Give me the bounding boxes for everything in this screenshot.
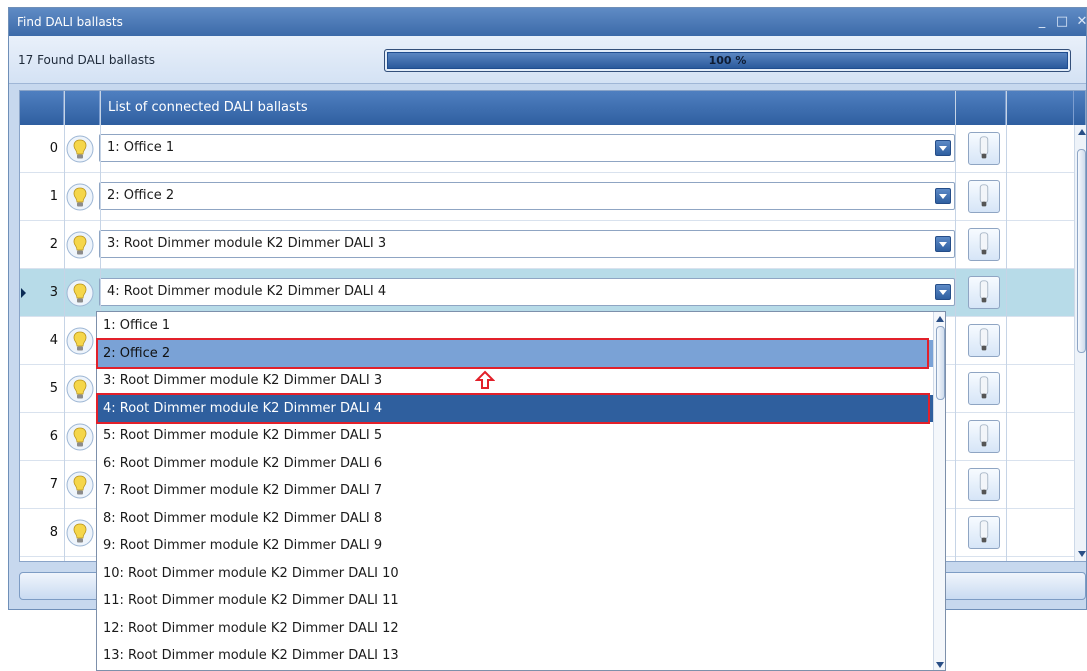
dropdown-scroll-down-icon[interactable] xyxy=(936,662,944,668)
ballast-combo-value: 4: Root Dimmer module K2 Dimmer DALI 4 xyxy=(107,284,387,299)
ballast-combo-value: 1: Office 1 xyxy=(107,140,175,155)
table-row[interactable]: 1 2: Office 2 xyxy=(20,173,1074,221)
lamp-icon[interactable] xyxy=(968,228,1000,261)
header-index-cell xyxy=(20,91,64,125)
found-count-label: 17 Found DALI ballasts xyxy=(18,53,156,67)
light-bulb-icon xyxy=(66,279,94,307)
lamp-icon[interactable] xyxy=(968,324,1000,357)
dropdown-option[interactable]: 7: Root Dimmer module K2 Dimmer DALI 7 xyxy=(97,477,934,504)
header-icon-cell xyxy=(64,91,100,125)
dropdown-option[interactable]: 8: Root Dimmer module K2 Dimmer DALI 8 xyxy=(97,505,934,532)
table-row[interactable]: 0 1: Office 1 xyxy=(20,125,1074,173)
row-index: 2 xyxy=(49,237,58,252)
dropdown-option[interactable]: 3: Root Dimmer module K2 Dimmer DALI 3 xyxy=(97,367,934,394)
header-extra-cell xyxy=(1006,91,1074,125)
dropdown-option[interactable]: 9: Root Dimmer module K2 Dimmer DALI 9 xyxy=(97,532,934,559)
red-up-arrow-icon xyxy=(475,370,495,389)
light-bulb-icon xyxy=(66,183,94,211)
lamp-icon[interactable] xyxy=(968,132,1000,165)
row-index: 0 xyxy=(49,141,58,156)
col-divider xyxy=(1006,91,1007,561)
table-row[interactable]: 3 4: Root Dimmer module K2 Dimmer DALI 4 xyxy=(20,269,1074,317)
ballast-combo-value: 3: Root Dimmer module K2 Dimmer DALI 3 xyxy=(107,236,387,251)
lamp-icon[interactable] xyxy=(968,468,1000,501)
lamp-icon[interactable] xyxy=(968,516,1000,549)
row-index: 7 xyxy=(49,477,58,492)
lamp-icon[interactable] xyxy=(968,372,1000,405)
header-action-cell xyxy=(955,91,1006,125)
dropdown-scroll-thumb[interactable] xyxy=(936,326,945,400)
ballast-combo[interactable]: 2: Office 2 xyxy=(99,182,955,210)
grid-header: List of connected DALI ballasts xyxy=(20,91,1085,125)
scroll-down-icon[interactable] xyxy=(1078,551,1086,557)
row-index: 6 xyxy=(49,429,58,444)
minimize-button[interactable]: _ xyxy=(1034,8,1050,36)
light-bulb-icon xyxy=(66,135,94,163)
lamp-icon[interactable] xyxy=(968,180,1000,213)
scroll-up-icon[interactable] xyxy=(1078,129,1086,135)
search-progress-bar: 100 % xyxy=(384,49,1071,72)
col-divider xyxy=(64,91,65,561)
dropdown-option[interactable]: 1: Office 1 xyxy=(97,312,934,339)
dropdown-scrollbar[interactable] xyxy=(933,312,945,670)
maximize-button[interactable]: □ xyxy=(1054,8,1070,36)
dropdown-option[interactable]: 6: Root Dimmer module K2 Dimmer DALI 6 xyxy=(97,450,934,477)
row-index: 5 xyxy=(49,381,58,396)
dropdown-option[interactable]: 10: Root Dimmer module K2 Dimmer DALI 10 xyxy=(97,560,934,587)
row-index: 4 xyxy=(49,333,58,348)
grid-scrollbar[interactable] xyxy=(1074,125,1086,561)
ballast-combo-value: 2: Office 2 xyxy=(107,188,175,203)
chevron-down-icon[interactable] xyxy=(935,140,951,156)
dropdown-scroll-up-icon[interactable] xyxy=(936,316,944,322)
chevron-down-icon[interactable] xyxy=(935,236,951,252)
dropdown-option[interactable]: 13: Root Dimmer module K2 Dimmer DALI 13 xyxy=(97,642,934,669)
row-index: 3 xyxy=(49,285,58,300)
highlight-box-option-4 xyxy=(96,393,930,424)
table-row[interactable]: 2 3: Root Dimmer module K2 Dimmer DALI 3 xyxy=(20,221,1074,269)
light-bulb-icon xyxy=(66,519,94,547)
close-button[interactable]: ✕ xyxy=(1074,8,1086,36)
ballast-combo[interactable]: 4: Root Dimmer module K2 Dimmer DALI 4 xyxy=(99,278,955,306)
dropdown-option[interactable]: 12: Root Dimmer module K2 Dimmer DALI 12 xyxy=(97,615,934,642)
light-bulb-icon xyxy=(66,423,94,451)
row-index: 8 xyxy=(49,525,58,540)
light-bulb-icon xyxy=(66,471,94,499)
light-bulb-icon xyxy=(66,327,94,355)
dropdown-option[interactable]: 11: Root Dimmer module K2 Dimmer DALI 11 xyxy=(97,587,934,614)
title-bar: Find DALI ballasts _ □ ✕ xyxy=(9,8,1086,36)
ballast-combo[interactable]: 3: Root Dimmer module K2 Dimmer DALI 3 xyxy=(99,230,955,258)
ballast-combo[interactable]: 1: Office 1 xyxy=(99,134,955,162)
progress-label: 100 % xyxy=(708,54,747,67)
grid-scroll-thumb[interactable] xyxy=(1077,149,1086,353)
light-bulb-icon xyxy=(66,231,94,259)
chevron-down-icon[interactable] xyxy=(935,284,951,300)
dropdown-option[interactable]: 5: Root Dimmer module K2 Dimmer DALI 5 xyxy=(97,422,934,449)
lamp-icon[interactable] xyxy=(968,420,1000,453)
grid-header-title: List of connected DALI ballasts xyxy=(108,100,308,115)
light-bulb-icon xyxy=(66,375,94,403)
window-title: Find DALI ballasts xyxy=(17,15,123,29)
status-bar: 17 Found DALI ballasts 100 % xyxy=(9,36,1086,84)
chevron-down-icon[interactable] xyxy=(935,188,951,204)
lamp-icon[interactable] xyxy=(968,276,1000,309)
highlight-box-option-2 xyxy=(96,338,929,369)
row-index: 1 xyxy=(49,189,58,204)
col-divider xyxy=(955,91,956,561)
